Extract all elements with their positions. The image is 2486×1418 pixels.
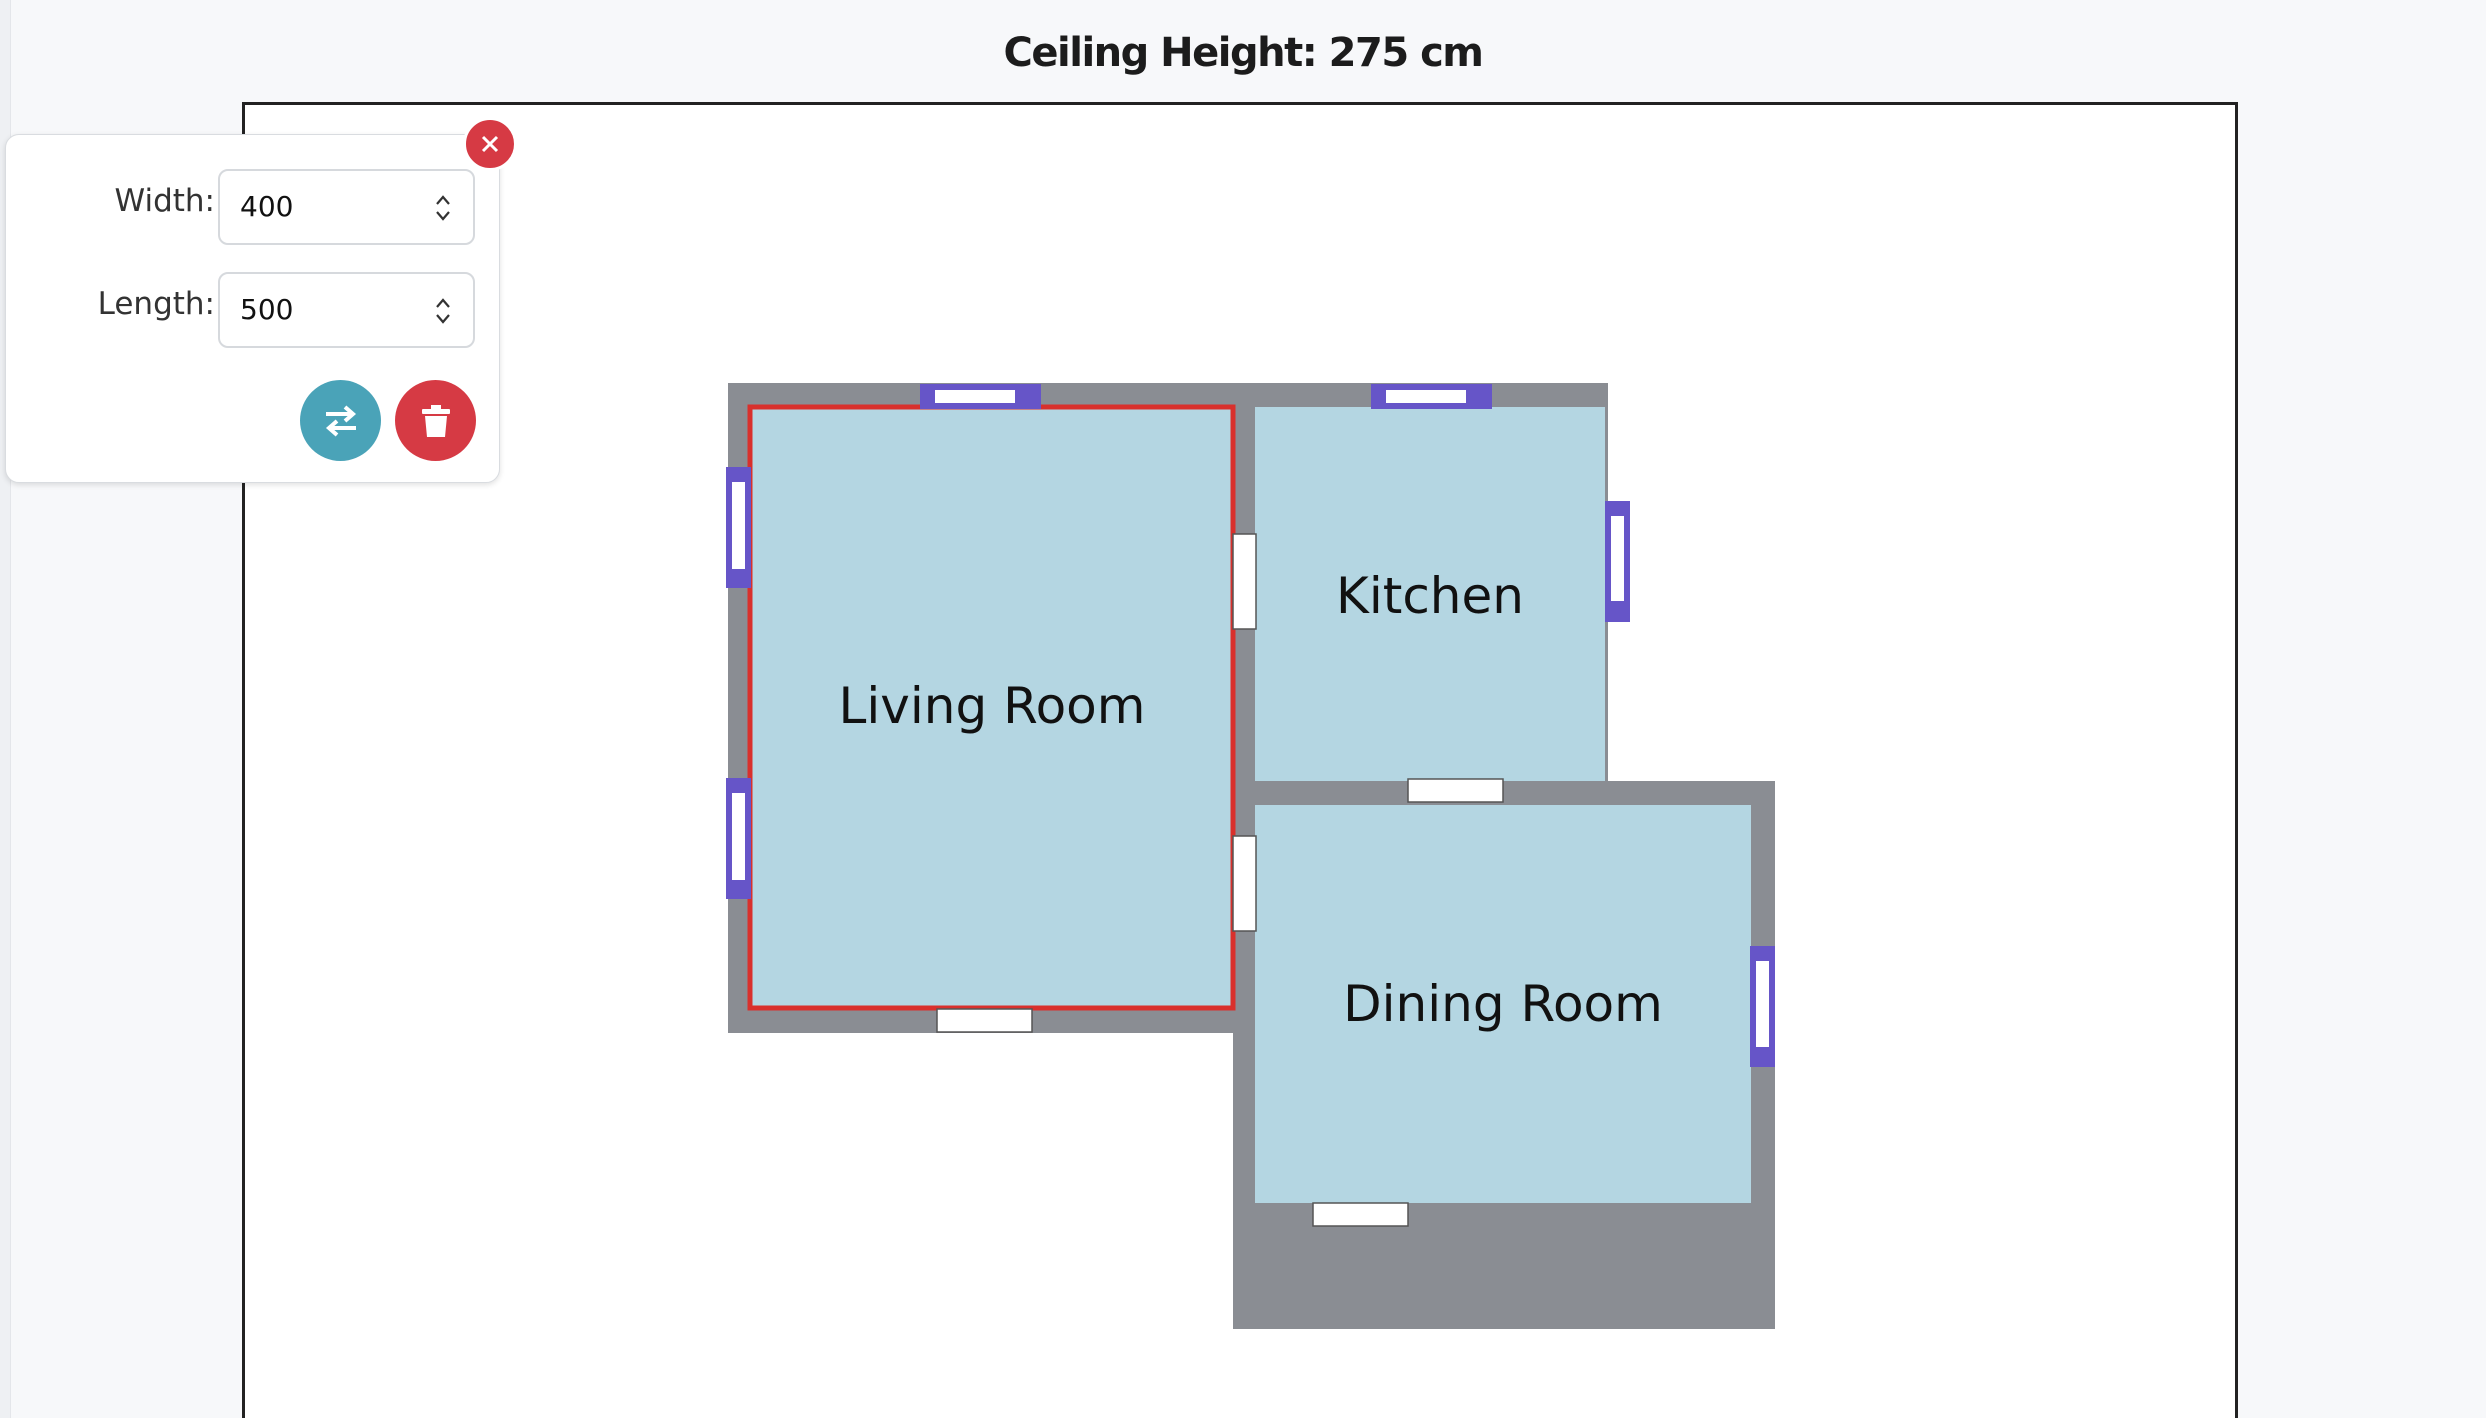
window-living-left-upper[interactable] [726,467,751,588]
delete-room-button[interactable] [395,380,476,461]
swap-icon [325,404,356,437]
dining-room-label: Dining Room [1343,975,1663,1033]
length-stepper-icon[interactable] [433,294,453,328]
window-living-left-lower[interactable] [726,778,751,899]
door-kitchen-dining[interactable] [1407,778,1504,803]
plan-canvas[interactable]: Living Room Kitchen Dining Room [242,102,2238,1418]
close-popup-button[interactable] [463,117,517,171]
close-icon [481,135,499,153]
window-living-top[interactable] [920,384,1041,409]
ceiling-height-title: Ceiling Height: 275 cm [1003,30,1484,76]
width-stepper-icon[interactable] [433,191,453,225]
length-field[interactable]: 500 [218,272,475,348]
kitchen-label: Kitchen [1336,567,1524,625]
door-living-dining[interactable] [1232,835,1257,932]
window-kitchen-right[interactable] [1605,501,1630,622]
width-field[interactable]: 400 [218,169,475,245]
length-value: 500 [240,293,294,326]
length-label: Length: [97,286,215,322]
door-dining-bottom[interactable] [1312,1202,1409,1227]
width-value: 400 [240,190,294,223]
floor-plan-editor: Ceiling Height: 275 cm Living Room Kitch… [0,0,2486,1418]
floor-plan-svg: Living Room Kitchen Dining Room [726,383,1775,1329]
door-living-kitchen[interactable] [1232,533,1257,630]
door-living-bottom[interactable] [936,1008,1033,1033]
trash-icon [421,404,450,437]
swap-dimensions-button[interactable] [300,380,381,461]
width-label: Width: [114,183,215,219]
living-room-label: Living Room [839,677,1146,735]
window-kitchen-top[interactable] [1371,384,1492,409]
window-dining-right[interactable] [1750,946,1775,1067]
